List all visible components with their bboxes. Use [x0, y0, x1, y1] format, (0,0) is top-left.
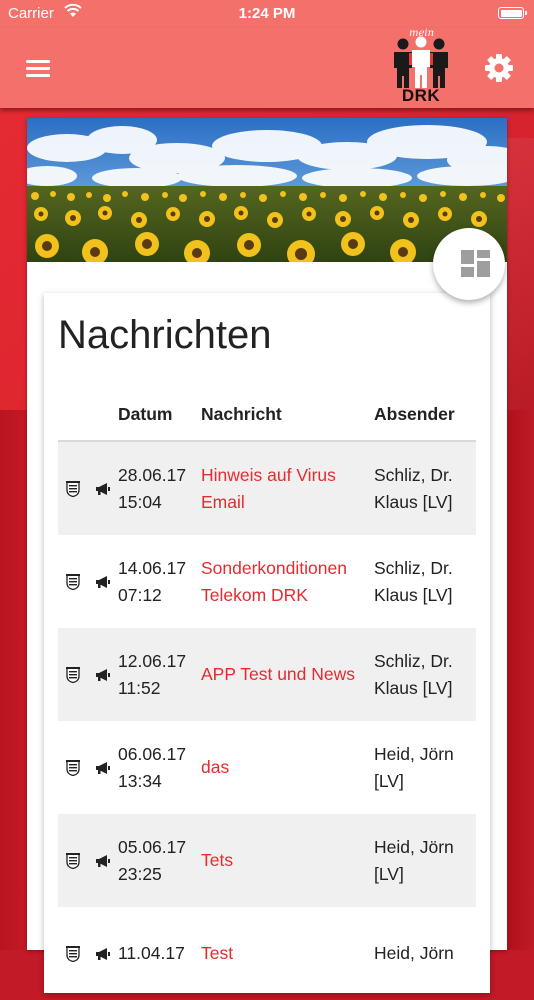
- row-sender: Heid, Jörn [LV]: [374, 814, 476, 907]
- row-date: 12.06.17 11:52: [118, 628, 201, 721]
- row-date-day: 11.04.17: [118, 943, 185, 963]
- table-row[interactable]: 11.04.17 Test Heid, Jörn: [58, 907, 476, 1000]
- row-sender-name: Heid, Jörn: [374, 943, 454, 963]
- coat-of-arms-icon: [58, 907, 88, 1000]
- app-header: mein DRK: [0, 28, 534, 108]
- row-date-time: 07:12: [118, 584, 162, 605]
- table-row[interactable]: 28.06.17 15:04 Hinweis auf Virus Email Sc…: [58, 441, 476, 535]
- row-sender-name: Schliz, Dr. Klaus [LV]: [374, 464, 453, 512]
- megaphone-icon: [88, 441, 118, 535]
- row-date-day: 06.06.17: [118, 743, 187, 764]
- row-date-time: 13:34: [118, 770, 162, 791]
- hamburger-icon: [26, 60, 50, 63]
- row-date-time: 15:04: [118, 491, 162, 512]
- row-date-time: 23:25: [118, 863, 162, 884]
- main-card: Nachrichten Datum Nachricht Absender 28.…: [27, 118, 507, 993]
- message-link[interactable]: APP Test und News: [201, 664, 355, 684]
- coat-of-arms-icon: [58, 628, 88, 721]
- row-date: 11.04.17: [118, 907, 201, 1000]
- row-sender: Schliz, Dr. Klaus [LV]: [374, 628, 476, 721]
- page-title: Nachrichten: [58, 313, 272, 357]
- row-date: 06.06.17 13:34: [118, 721, 201, 814]
- row-sender: Heid, Jörn [LV]: [374, 721, 476, 814]
- message-link[interactable]: das: [201, 757, 229, 777]
- megaphone-icon: [88, 628, 118, 721]
- logo-text: DRK: [401, 86, 441, 105]
- row-date-day: 12.06.17: [118, 650, 187, 671]
- megaphone-icon: [88, 721, 118, 814]
- row-sender-name: Schliz, Dr. Klaus [LV]: [374, 650, 453, 698]
- header-message[interactable]: Nachricht: [201, 388, 374, 442]
- row-message[interactable]: Tets: [201, 814, 374, 907]
- header-date[interactable]: Datum: [118, 388, 201, 442]
- settings-button[interactable]: [481, 50, 517, 86]
- megaphone-icon: [88, 535, 118, 628]
- dashboard-grid-icon: [461, 250, 490, 277]
- row-message[interactable]: Sonderkonditionen Telekom DRK: [201, 535, 374, 628]
- header-icon-2: [88, 388, 118, 442]
- table-header-row: Datum Nachricht Absender: [58, 388, 476, 442]
- message-link[interactable]: Sonderkonditionen Telekom DRK: [201, 558, 347, 605]
- message-link[interactable]: Test: [201, 943, 233, 963]
- row-date: 05.06.17 23:25: [118, 814, 201, 907]
- message-link[interactable]: Hinweis auf Virus Email: [201, 465, 336, 512]
- row-message[interactable]: Test: [201, 907, 374, 1000]
- battery-icon: [498, 7, 527, 19]
- megaphone-icon: [88, 907, 118, 1000]
- status-bar: Carrier 1:24 PM: [0, 0, 534, 28]
- messages-table-wrap: Datum Nachricht Absender 28.06.17 15:04 …: [58, 388, 476, 1000]
- gear-icon: [485, 54, 513, 82]
- coat-of-arms-icon: [58, 535, 88, 628]
- row-date: 14.06.17 07:12: [118, 535, 201, 628]
- coat-of-arms-icon: [58, 721, 88, 814]
- table-row[interactable]: 06.06.17 13:34 das Heid, Jörn [LV]: [58, 721, 476, 814]
- row-date-day: 05.06.17: [118, 836, 187, 857]
- row-sender: Heid, Jörn: [374, 907, 476, 1000]
- row-sender-name: Heid, Jörn [LV]: [374, 743, 454, 791]
- row-date-time: 11:52: [118, 677, 161, 698]
- row-sender: Schliz, Dr. Klaus [LV]: [374, 441, 476, 535]
- header-sender[interactable]: Absender: [374, 388, 476, 442]
- row-sender-name: Heid, Jörn [LV]: [374, 836, 454, 884]
- table-row[interactable]: 14.06.17 07:12 Sonderkonditionen Telekom …: [58, 535, 476, 628]
- table-row[interactable]: 05.06.17 23:25 Tets Heid, Jörn [LV]: [58, 814, 476, 907]
- coat-of-arms-icon: [58, 814, 88, 907]
- drk-logo: mein DRK: [389, 28, 453, 107]
- table-row[interactable]: 12.06.17 11:52 APP Test und News Schliz, …: [58, 628, 476, 721]
- coat-of-arms-icon: [58, 441, 88, 535]
- row-message[interactable]: APP Test und News: [201, 628, 374, 721]
- row-sender-name: Schliz, Dr. Klaus [LV]: [374, 557, 453, 605]
- messages-card: Nachrichten Datum Nachricht Absender 28.…: [44, 293, 490, 993]
- message-link[interactable]: Tets: [201, 850, 233, 870]
- status-time: 1:24 PM: [238, 5, 296, 22]
- row-message[interactable]: Hinweis auf Virus Email: [201, 441, 374, 535]
- megaphone-icon: [88, 814, 118, 907]
- row-date-day: 14.06.17: [118, 557, 187, 578]
- header-icon-1: [58, 388, 88, 442]
- messages-table: Datum Nachricht Absender 28.06.17 15:04 …: [58, 388, 476, 1000]
- dashboard-button[interactable]: [433, 228, 505, 300]
- row-date: 28.06.17 15:04: [118, 441, 201, 535]
- row-sender: Schliz, Dr. Klaus [LV]: [374, 535, 476, 628]
- row-date-day: 28.06.17: [118, 464, 187, 485]
- menu-button[interactable]: [20, 50, 58, 86]
- row-message[interactable]: das: [201, 721, 374, 814]
